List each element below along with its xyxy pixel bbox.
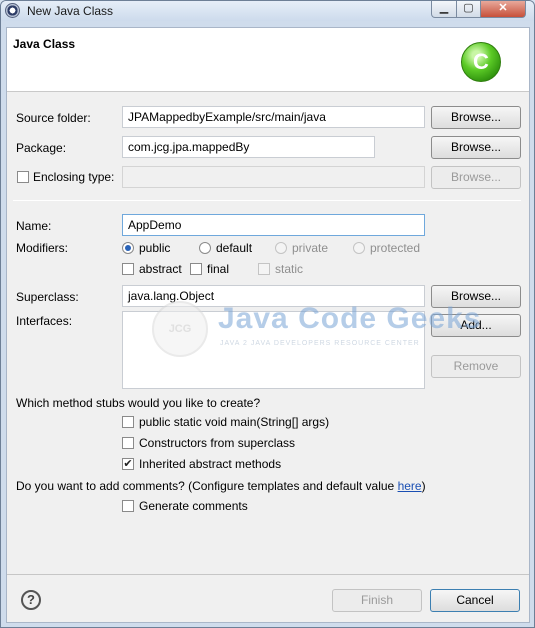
- package-label: Package:: [16, 141, 67, 155]
- title-bar[interactable]: New Java Class ▁ ▢ ✕: [1, 1, 534, 21]
- window-title: New Java Class: [27, 4, 114, 18]
- add-interface-button[interactable]: Add...: [431, 314, 521, 337]
- interfaces-label: Interfaces:: [16, 314, 73, 328]
- source-folder-browse-button[interactable]: Browse...: [431, 106, 521, 129]
- name-label: Name:: [16, 219, 52, 233]
- inherited-methods-label: Inherited abstract methods: [139, 457, 282, 471]
- modifier-default-radio[interactable]: [199, 242, 211, 254]
- interfaces-list[interactable]: [122, 311, 425, 389]
- remove-interface-button[interactable]: Remove: [431, 355, 521, 378]
- modifier-static-label: static: [275, 262, 304, 276]
- configure-templates-link[interactable]: here: [398, 479, 422, 493]
- package-field[interactable]: com.jcg.jpa.mappedBy: [122, 136, 375, 158]
- package-browse-button[interactable]: Browse...: [431, 136, 521, 159]
- divider: [13, 200, 521, 201]
- comments-question: Do you want to add comments? (Configure …: [16, 479, 426, 493]
- superclass-field[interactable]: java.lang.Object: [122, 285, 425, 307]
- modifier-private-label: private: [292, 241, 329, 255]
- help-icon[interactable]: ?: [21, 590, 41, 610]
- new-java-class-window: New Java Class ▁ ▢ ✕ Java Class C Source…: [0, 0, 535, 628]
- method-stubs-question: Which method stubs would you like to cre…: [16, 396, 261, 410]
- modifier-final-label: final: [207, 262, 230, 276]
- enclosing-type-browse-button[interactable]: Browse...: [431, 166, 521, 189]
- enclosing-type-field[interactable]: [122, 166, 425, 188]
- superclass-browse-button[interactable]: Browse...: [431, 285, 521, 308]
- source-folder-label: Source folder:: [16, 111, 91, 125]
- modifier-protected-label: protected: [370, 241, 421, 255]
- generate-comments-label: Generate comments: [139, 499, 248, 513]
- modifier-public-radio[interactable]: [122, 242, 134, 254]
- superclass-label: Superclass:: [16, 290, 79, 304]
- dialog-header: Java Class C: [7, 28, 529, 92]
- modifiers-label: Modifiers:: [16, 241, 69, 255]
- enclosing-type-checkbox[interactable]: [17, 171, 29, 183]
- main-method-checkbox[interactable]: [122, 416, 134, 428]
- modifier-abstract-label: abstract: [139, 262, 182, 276]
- close-button[interactable]: ✕: [480, 1, 526, 18]
- modifier-protected-radio[interactable]: [353, 242, 365, 254]
- main-method-label: public static void main(String[] args): [139, 415, 330, 429]
- page-title: Java Class: [13, 37, 76, 51]
- cancel-button[interactable]: Cancel: [430, 589, 520, 612]
- enclosing-type-label: Enclosing type:: [33, 170, 115, 184]
- comments-close-paren: ): [421, 479, 426, 493]
- modifier-default-label: default: [216, 241, 253, 255]
- constructors-label: Constructors from superclass: [139, 436, 296, 450]
- constructors-checkbox[interactable]: [122, 437, 134, 449]
- finish-button[interactable]: Finish: [332, 589, 422, 612]
- inherited-methods-checkbox[interactable]: ✔: [122, 458, 134, 470]
- footer-divider: [7, 574, 529, 575]
- eclipse-icon: [5, 3, 20, 18]
- dialog-body: Java Class C Source folder: JPAMappedbyE…: [6, 27, 530, 623]
- minimize-button[interactable]: ▁: [431, 1, 457, 18]
- java-class-logo-icon: C: [461, 42, 501, 82]
- modifier-public-label: public: [139, 241, 171, 255]
- generate-comments-checkbox[interactable]: [122, 500, 134, 512]
- modifier-private-radio[interactable]: [275, 242, 287, 254]
- maximize-button[interactable]: ▢: [456, 1, 481, 18]
- modifier-abstract-checkbox[interactable]: [122, 263, 134, 275]
- name-field[interactable]: AppDemo: [122, 214, 425, 236]
- source-folder-field[interactable]: JPAMappedbyExample/src/main/java: [122, 106, 425, 128]
- modifier-final-checkbox[interactable]: [190, 263, 202, 275]
- modifier-static-checkbox[interactable]: [258, 263, 270, 275]
- comments-question-text: Do you want to add comments? (Configure …: [16, 479, 398, 493]
